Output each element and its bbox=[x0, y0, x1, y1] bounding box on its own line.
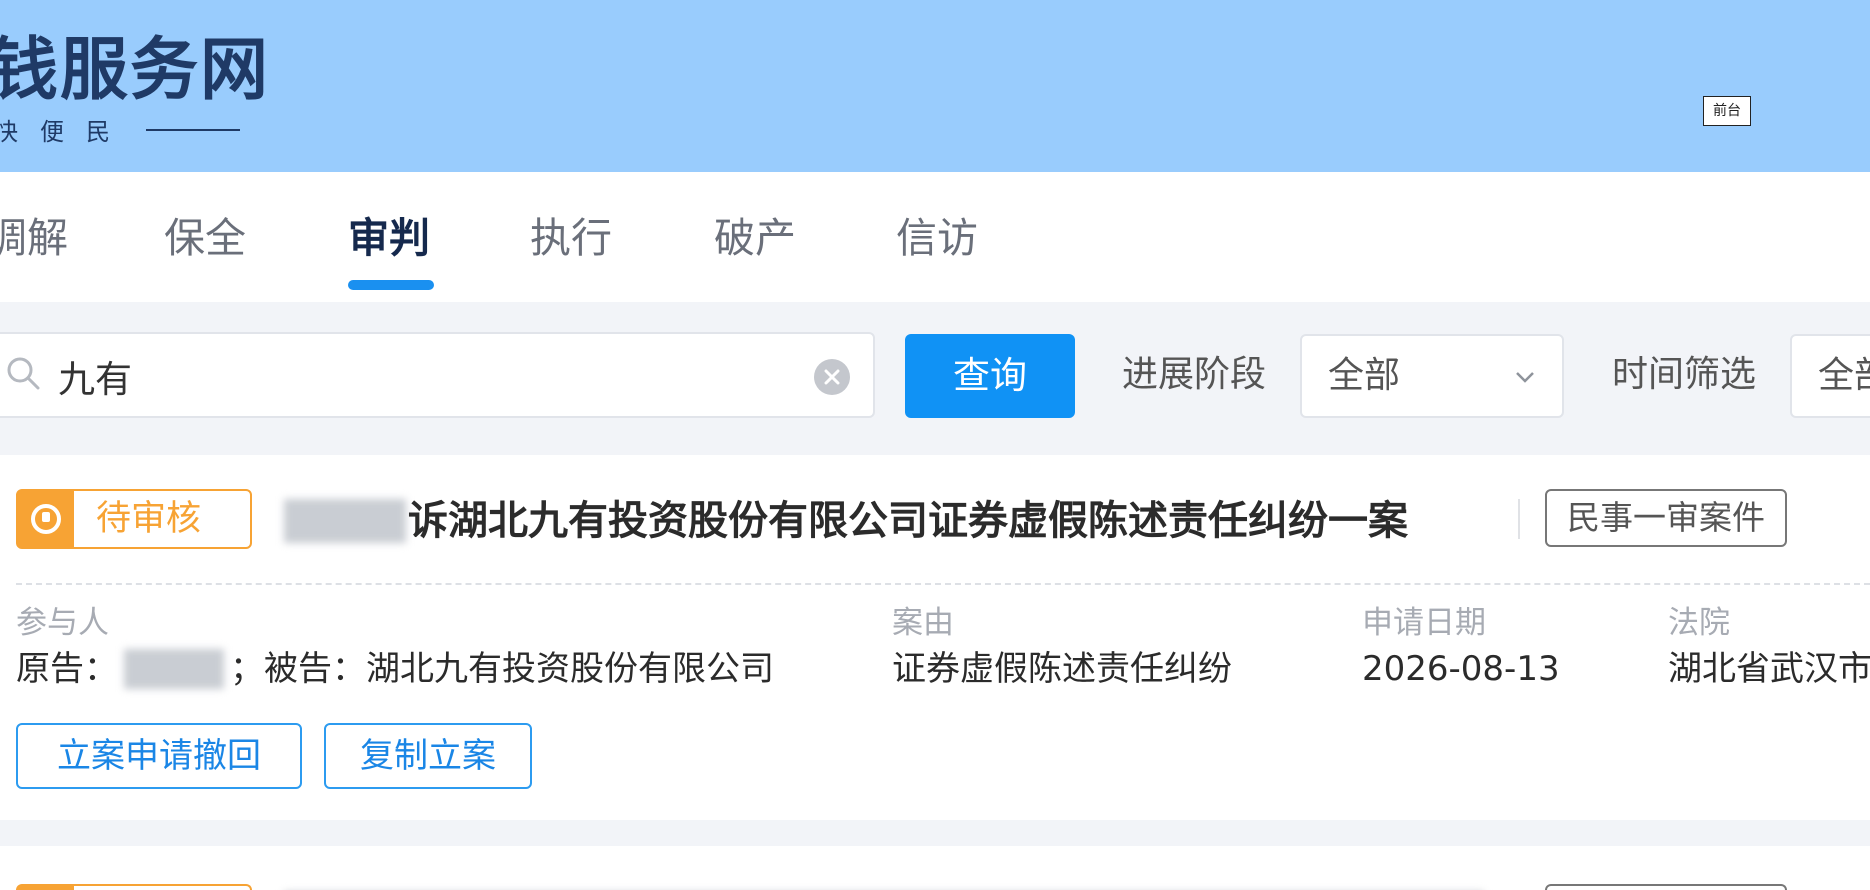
stage-filter-select[interactable]: 全部 bbox=[1300, 334, 1564, 418]
site-subtitle: 快便民 bbox=[0, 118, 132, 146]
redacted-plaintiff bbox=[124, 649, 224, 689]
title-divider bbox=[1518, 499, 1520, 539]
participants-label: 参与人 bbox=[16, 605, 109, 641]
withdraw-filing-button[interactable]: 立案申请撤回 bbox=[16, 723, 302, 789]
tab-petition[interactable]: 信访 bbox=[896, 208, 978, 268]
status-badge: 待审核 bbox=[16, 489, 252, 549]
query-button[interactable]: 查询 bbox=[905, 334, 1075, 418]
active-tab-indicator bbox=[348, 280, 434, 290]
subtitle-divider bbox=[146, 129, 240, 131]
cause-label: 案由 bbox=[892, 605, 954, 641]
search-box bbox=[0, 332, 875, 418]
court-value: 湖北省武汉市 bbox=[1668, 649, 1870, 689]
card-divider bbox=[16, 583, 1870, 585]
status-badge bbox=[16, 884, 252, 890]
case-type-tag: 民事一审案件 bbox=[1545, 489, 1787, 547]
cause-value: 证券虚假陈述责任纠纷 bbox=[892, 649, 1232, 689]
stage-filter-value: 全部 bbox=[1328, 355, 1401, 396]
case-card[interactable] bbox=[0, 846, 1870, 890]
category-tabs: 调解 保全 审判 执行 破产 信访 bbox=[0, 172, 1870, 302]
court-label: 法院 bbox=[1668, 605, 1730, 641]
case-card[interactable]: 待审核 诉湖北九有投资股份有限公司证券虚假陈述责任纠纷一案 民事一审案件 参与人… bbox=[0, 455, 1870, 820]
date-label: 申请日期 bbox=[1362, 605, 1486, 641]
tab-mediation[interactable]: 调解 bbox=[0, 208, 68, 268]
time-filter-value: 全部 bbox=[1818, 355, 1870, 396]
time-filter-label: 时间筛选 bbox=[1612, 354, 1757, 395]
status-badge-label: 待审核 bbox=[96, 499, 202, 539]
search-input[interactable] bbox=[58, 348, 758, 404]
site-header: 钱服务网 快便民 前台 bbox=[0, 0, 1870, 172]
case-type-tag bbox=[1545, 884, 1787, 890]
time-filter-select[interactable]: 全部 bbox=[1790, 334, 1870, 418]
copy-filing-button[interactable]: 复制立案 bbox=[324, 723, 532, 789]
defendant-info: ；被告：湖北九有投资股份有限公司 bbox=[230, 649, 774, 689]
stage-filter-label: 进展阶段 bbox=[1122, 354, 1267, 395]
chevron-down-icon bbox=[1516, 372, 1534, 383]
date-value: 2026-08-13 bbox=[1362, 649, 1560, 689]
tab-preservation[interactable]: 保全 bbox=[164, 208, 246, 268]
search-bar: 查询 进展阶段 全部 时间筛选 全部 bbox=[0, 302, 1870, 448]
tab-trial[interactable]: 审判 bbox=[348, 208, 430, 268]
tab-bankruptcy[interactable]: 破产 bbox=[714, 208, 796, 268]
redacted-name bbox=[284, 499, 406, 543]
site-title: 钱服务网 bbox=[0, 31, 271, 110]
frontdesk-button[interactable]: 前台 bbox=[1703, 96, 1751, 126]
case-title[interactable]: 诉湖北九有投资股份有限公司证券虚假陈述责任纠纷一案 bbox=[408, 493, 1408, 549]
clock-icon bbox=[18, 491, 74, 547]
clear-icon[interactable] bbox=[814, 359, 850, 395]
tab-execution[interactable]: 执行 bbox=[530, 208, 612, 268]
search-icon bbox=[7, 357, 40, 390]
plaintiff-prefix: 原告： bbox=[16, 649, 118, 689]
